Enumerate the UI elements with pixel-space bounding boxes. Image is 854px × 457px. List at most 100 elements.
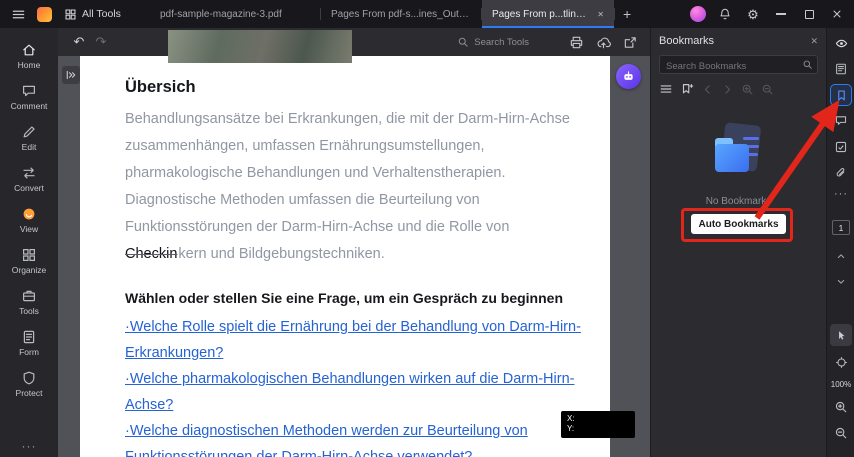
link-line: Funktionsstörungen der Darm-Hirn-Achse v… [125, 449, 473, 457]
sidebar-item-organize[interactable]: Organize [0, 240, 58, 281]
print-icon[interactable] [569, 35, 584, 50]
auto-bookmarks-button[interactable]: Auto Bookmarks [691, 214, 786, 234]
sidebar-item-label: Edit [21, 141, 37, 152]
sidebar-item-label: Comment [10, 100, 48, 111]
coordinates-tooltip: X: Y: [561, 411, 635, 438]
sidebar-item-tools[interactable]: Tools [0, 281, 58, 322]
comments-rail-icon[interactable] [827, 114, 854, 128]
zoom-out-bookmarks-icon[interactable] [761, 83, 774, 96]
pointer-tool-icon[interactable] [830, 324, 852, 346]
bookmarks-toolbar [651, 74, 826, 96]
bookmarks-rail-icon[interactable] [830, 84, 852, 106]
read-mode-eye-icon[interactable] [827, 36, 854, 51]
add-bookmark-icon[interactable] [680, 82, 694, 96]
doc-line: Diagnostische Methoden umfassen die Beur… [125, 192, 480, 208]
no-bookmarks-label: No Bookmarks [705, 196, 772, 207]
search-tools-button[interactable]: Search Tools [457, 36, 529, 48]
question-link-3[interactable]: ·Welche diagnostischen Methoden werden z… [125, 418, 605, 457]
sidebar-more-button[interactable]: ··· [0, 439, 58, 453]
new-tab-button[interactable]: + [615, 0, 639, 28]
page-number-box[interactable]: 1 [832, 220, 850, 235]
tab-document-3-active[interactable]: Pages From p...tlines_OCR.pdf ✕ [482, 0, 614, 28]
no-bookmarks-illustration [707, 122, 771, 186]
sidebar-item-edit[interactable]: Edit [0, 117, 58, 158]
home-icon [21, 42, 37, 58]
attachments-paperclip-icon[interactable] [827, 166, 854, 180]
pdf-page[interactable]: Übersich Behandlungsansätze bei Erkranku… [80, 56, 610, 457]
organize-pages-icon [21, 247, 37, 263]
tab-document-2[interactable]: Pages From pdf-s...ines_Outlines.pdf [321, 0, 481, 28]
robot-icon [624, 71, 633, 80]
coordinate-y-label: Y: [567, 424, 575, 433]
suggested-questions: ·Welche Rolle spielt die Ernährung bei d… [125, 314, 605, 457]
zoom-level-label[interactable]: 100% [827, 380, 854, 389]
convert-arrows-icon [21, 165, 37, 181]
page-thumbnails-icon[interactable] [827, 62, 854, 76]
sidebar-item-protect[interactable]: Protect [0, 363, 58, 404]
snapshot-tool-icon[interactable] [827, 356, 854, 369]
right-rail: ··· 1 100% [826, 28, 854, 457]
bookmarks-panel-title: Bookmarks [659, 35, 715, 47]
annotations-rail-icon[interactable] [827, 140, 854, 154]
doc-heading: Übersich [125, 78, 196, 96]
tab-label: Pages From pdf-s...ines_Outlines.pdf [331, 8, 471, 20]
link-line: ·Welche Rolle spielt die Ernährung bei d… [125, 319, 581, 335]
view-icon [21, 206, 37, 222]
comment-icon [21, 83, 37, 99]
arrow-left-icon[interactable] [701, 83, 714, 96]
maximize-button[interactable] [800, 5, 818, 23]
doc-line: zusammenhängen, umfassen Ernährungsumste… [125, 138, 485, 154]
bookmarks-search-input[interactable] [660, 58, 817, 75]
all-tools-label: All Tools [82, 8, 121, 20]
doc-line: Funktionsstörungen der Darm-Hirn-Achse u… [125, 219, 510, 235]
prompt-heading: Wählen oder stellen Sie eine Frage, um e… [125, 290, 563, 306]
doc-paragraph: Behandlungsansätze bei Erkrankungen, die… [125, 106, 590, 268]
undo-button[interactable]: ↶ [68, 34, 90, 50]
bookmarks-close-icon[interactable]: ✕ [810, 36, 818, 47]
left-sidebar: Home Comment Edit Convert View Organize … [0, 28, 58, 457]
doc-line-edited: Checkinkern und Bildgebungstechniken. [125, 241, 590, 268]
sidebar-item-home[interactable]: Home [0, 35, 58, 76]
cloud-upload-icon[interactable] [596, 35, 611, 50]
search-icon[interactable] [802, 59, 813, 70]
bookmark-list-icon[interactable] [659, 82, 673, 96]
page-down-chevron-icon[interactable] [827, 276, 854, 288]
minimize-button[interactable] [772, 5, 790, 23]
sidebar-item-label: Tools [19, 305, 39, 316]
question-link-1[interactable]: ·Welche Rolle spielt die Ernährung bei d… [125, 314, 605, 366]
close-window-button[interactable] [828, 5, 846, 23]
sidebar-item-view[interactable]: View [0, 199, 58, 240]
home-logo-icon[interactable] [37, 6, 52, 22]
user-avatar[interactable] [690, 6, 706, 22]
edited-word[interactable]: Checkin [125, 246, 177, 262]
tab-label: Pages From p...tlines_OCR.pdf [492, 8, 589, 20]
share-icon[interactable] [623, 35, 638, 50]
sidebar-item-label: Organize [11, 264, 47, 275]
doc-line: Behandlungsansätze bei Erkrankungen, die… [125, 111, 570, 127]
notifications-bell-icon[interactable] [716, 5, 734, 23]
sidebar-item-comment[interactable]: Comment [0, 76, 58, 117]
protect-shield-icon [21, 370, 37, 386]
redo-button[interactable]: ↷ [90, 34, 112, 50]
zoom-in-bookmarks-icon[interactable] [741, 83, 754, 96]
zoom-out-icon[interactable] [827, 426, 854, 440]
link-line: Achse? [125, 397, 174, 413]
bookmarks-search [659, 55, 818, 75]
ai-assistant-button[interactable] [616, 64, 641, 89]
arrow-right-icon[interactable] [721, 83, 734, 96]
tab-close-icon[interactable]: ✕ [597, 10, 604, 19]
rail-more-button[interactable]: ··· [827, 188, 854, 200]
zoom-in-icon[interactable] [827, 400, 854, 414]
thumbnail-panel-toggle-icon[interactable] [62, 66, 80, 84]
menu-icon[interactable] [9, 5, 27, 23]
page-up-chevron-icon[interactable] [827, 250, 854, 262]
quick-toolbar: ↶ ↷ Search Tools [58, 28, 650, 56]
document-viewport: Übersich Behandlungsansätze bei Erkranku… [58, 56, 650, 457]
all-tools-button[interactable]: All Tools [64, 8, 121, 21]
settings-gear-icon[interactable]: ⚙ [744, 5, 762, 23]
page-photo-image [168, 30, 352, 63]
sidebar-item-convert[interactable]: Convert [0, 158, 58, 199]
sidebar-item-form[interactable]: Form [0, 322, 58, 363]
tab-document-1[interactable]: pdf-sample-magazine-3.pdf [150, 0, 320, 28]
question-link-2[interactable]: ·Welche pharmakologischen Behandlungen w… [125, 366, 605, 418]
